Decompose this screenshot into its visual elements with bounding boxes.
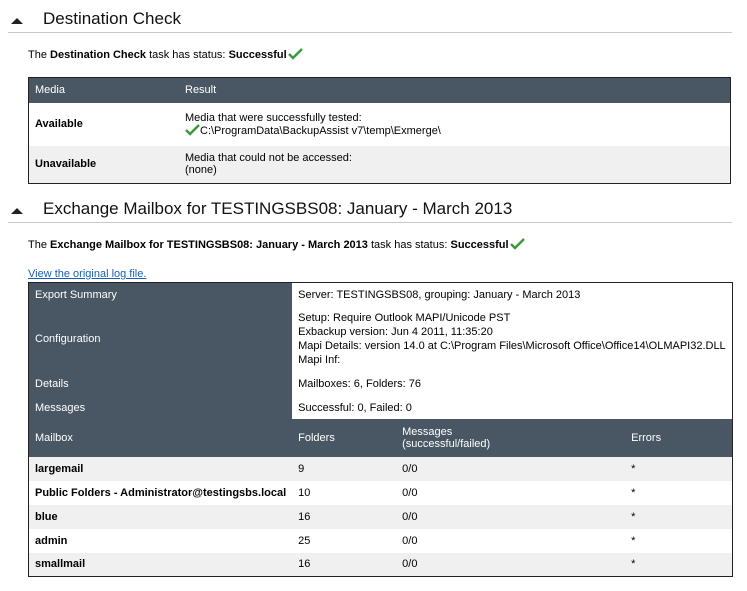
column-header-mailbox: Mailbox <box>28 418 293 457</box>
summary-label: Details <box>28 370 293 397</box>
mailbox-folders: 16 <box>292 504 397 529</box>
mailbox-name: smallmail <box>28 552 293 577</box>
summary-row-messages: Messages Successful: 0, Failed: 0 <box>28 396 733 419</box>
checkmark-icon <box>509 238 525 250</box>
mailbox-name: Public Folders - Administrator@testingsb… <box>35 486 287 499</box>
view-log-link[interactable]: View the original log file. <box>28 268 146 280</box>
summary-value: Mailboxes: 6, Folders: 76 <box>292 370 733 397</box>
section-title: Exchange Mailbox for TESTINGSBS08: Janua… <box>43 199 513 218</box>
mailbox-messages: 0/0 <box>396 504 626 529</box>
mailbox-name: blue <box>28 504 293 529</box>
table-row: blue 16 0/0 * <box>28 504 733 529</box>
column-header-folders: Folders <box>292 418 397 457</box>
status-value: Successful <box>450 239 509 251</box>
mailbox-errors: * <box>625 456 733 481</box>
summary-row-details: Details Mailboxes: 6, Folders: 76 <box>28 370 733 397</box>
mailbox-header-row: Mailbox Folders Messages (successful/fai… <box>28 418 733 457</box>
media-label: Unavailable <box>28 145 179 184</box>
media-label: Available <box>35 118 83 130</box>
mailbox-folders: 16 <box>292 552 397 577</box>
mailbox-messages: 0/0 <box>396 552 626 577</box>
mailbox-folders: 9 <box>292 456 397 481</box>
section-title: Destination Check <box>43 9 181 28</box>
summary-row-export: Export Summary Server: TESTINGSBS08, gro… <box>28 282 733 307</box>
table-row: admin 25 0/0 * <box>29 529 733 553</box>
mailbox-errors: * <box>631 534 636 547</box>
mailbox-folders: 10 <box>298 486 311 499</box>
checkmark-icon <box>287 48 303 60</box>
summary-value: Server: TESTINGSBS08, grouping: January … <box>292 282 733 307</box>
column-header-result: Result <box>179 77 731 103</box>
summary-label: Export Summary <box>28 282 293 307</box>
media-path: C:\ProgramData\BackupAssist v7\temp\Exme… <box>200 124 441 137</box>
mailbox-errors: * <box>631 486 636 499</box>
table-row: Available Media that were successfully t… <box>29 103 731 146</box>
column-header-errors: Errors <box>625 418 733 457</box>
section-header-exchange-mailbox[interactable]: Exchange Mailbox for TESTINGSBS08: Janua… <box>8 198 732 223</box>
mailbox-messages: 0/0 <box>402 486 418 499</box>
table-row: largemail 9 0/0 * <box>28 456 733 481</box>
mailbox-name: admin <box>35 534 68 547</box>
collapse-arrow-icon[interactable] <box>11 208 23 214</box>
table-row: Public Folders - Administrator@testingsb… <box>29 481 733 505</box>
summary-label: Messages <box>28 396 293 419</box>
summary-label: Configuration <box>28 306 293 371</box>
mailbox-messages: 0/0 <box>402 534 418 547</box>
destination-media-table: Media Result Available Media that were s… <box>28 77 731 184</box>
summary-value: Setup: Require Outlook MAPI/Unicode PST … <box>292 306 733 371</box>
summary-row-configuration: Configuration Setup: Require Outlook MAP… <box>28 306 733 371</box>
status-line: The Exchange Mailbox for TESTINGSBS08: J… <box>28 238 525 251</box>
status-value: Successful <box>228 49 287 61</box>
mailbox-messages: 0/0 <box>396 456 626 481</box>
status-line: The Destination Check task has status: S… <box>28 48 303 61</box>
summary-value: Successful: 0, Failed: 0 <box>292 396 733 419</box>
table-row: Unavailable Media that could not be acce… <box>28 145 731 184</box>
mailbox-errors: * <box>625 504 733 529</box>
column-header-media: Media <box>28 77 179 103</box>
media-result: Media that were successfully tested: C:\… <box>185 111 441 137</box>
section-header-destination-check[interactable]: Destination Check <box>8 8 732 33</box>
media-result: Media that could not be accessed: (none) <box>179 145 731 184</box>
table-header-row: Media Result <box>28 77 731 103</box>
collapse-arrow-icon[interactable] <box>11 18 23 24</box>
mailbox-name: largemail <box>28 456 293 481</box>
table-row: smallmail 16 0/0 * <box>28 552 733 577</box>
mailbox-folders: 25 <box>298 534 311 547</box>
exchange-summary-table: Export Summary Server: TESTINGSBS08, gro… <box>28 282 733 577</box>
column-header-messages: Messages (successful/failed) <box>396 418 626 457</box>
mailbox-errors: * <box>625 552 733 577</box>
checkmark-icon <box>185 123 200 136</box>
